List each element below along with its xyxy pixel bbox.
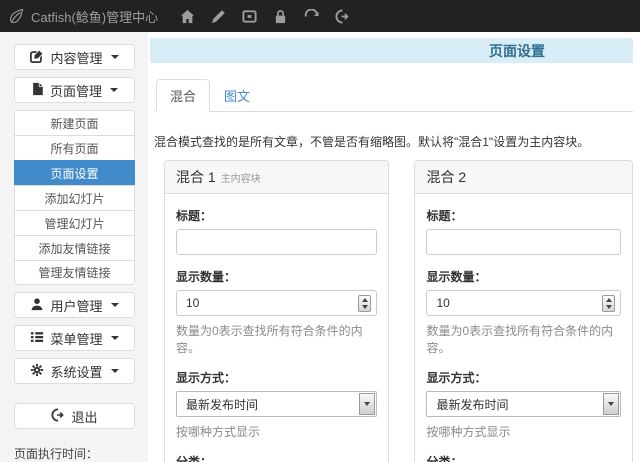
category-label: 分类： xyxy=(426,453,621,462)
chevron-down-icon xyxy=(111,336,119,340)
sidebar-item-add-links[interactable]: 添加友情链接 xyxy=(14,235,135,260)
page-title: 页面设置 xyxy=(150,38,633,63)
panel-mixed-2: 混合 2 标题： 显示数量： 10 xyxy=(414,160,633,462)
logout-button[interactable]: 退出 xyxy=(14,403,135,429)
chevron-down-icon xyxy=(111,369,119,373)
navbar-actions xyxy=(172,0,358,32)
sidebar-group-label: 系统设置 xyxy=(50,362,102,381)
sidebar: 内容管理 页面管理 新建页面 所有页面 页面设置 添加幻灯片 管理幻灯片 添加友… xyxy=(0,32,148,462)
select-arrow-icon[interactable] xyxy=(359,393,375,415)
sidebar-item-manage-links[interactable]: 管理友情链接 xyxy=(14,260,135,285)
edit-icon xyxy=(30,49,44,66)
sidebar-group-label: 用户管理 xyxy=(50,296,102,315)
order-label: 显示方式： xyxy=(176,369,377,386)
mode-description: 混合模式查找的是所有文章，不管是否有缩略图。默认将"混合1"设置为主内容块。 xyxy=(154,133,633,150)
pencil-icon[interactable] xyxy=(203,0,234,32)
spinner-down-icon[interactable] xyxy=(362,305,368,309)
panels-row: 混合 1 主内容块 标题： 显示数量： 10 xyxy=(164,160,633,462)
sidebar-item-manage-slides[interactable]: 管理幻灯片 xyxy=(14,210,135,235)
order-select-value: 最新发布时间 xyxy=(186,396,258,413)
count-help: 数量为0表示查找所有符合条件的内容。 xyxy=(426,322,621,356)
sidebar-item-new-page[interactable]: 新建页面 xyxy=(14,110,135,135)
sidebar-item-add-slide[interactable]: 添加幻灯片 xyxy=(14,185,135,210)
file-icon xyxy=(31,82,44,99)
order-help: 按哪种方式显示 xyxy=(426,423,621,440)
select-arrow-icon[interactable] xyxy=(603,393,619,415)
spinner-down-icon[interactable] xyxy=(606,305,612,309)
number-spinner[interactable] xyxy=(602,295,615,312)
sidebar-group-label: 菜单管理 xyxy=(50,329,102,348)
home-icon[interactable] xyxy=(172,0,203,32)
number-spinner[interactable] xyxy=(358,295,371,312)
title-input[interactable] xyxy=(176,229,377,255)
spinner-up-icon[interactable] xyxy=(606,298,612,302)
list-icon xyxy=(30,330,44,347)
sign-out-icon xyxy=(51,408,65,425)
chevron-down-icon xyxy=(111,303,119,307)
top-navbar: Catfish(鲶鱼)管理中心 xyxy=(0,0,640,32)
order-help: 按哪种方式显示 xyxy=(176,423,377,440)
panel-header: 混合 2 xyxy=(415,161,632,194)
sidebar-group-page[interactable]: 页面管理 xyxy=(14,77,135,103)
count-value: 10 xyxy=(436,296,449,310)
count-value: 10 xyxy=(186,296,199,310)
refresh-icon[interactable] xyxy=(296,0,327,32)
sidebar-group-menu[interactable]: 菜单管理 xyxy=(14,325,135,351)
exec-time: 页面执行时间：0.0217s xyxy=(14,445,135,462)
sidebar-group-label: 页面管理 xyxy=(50,81,102,100)
order-select-value: 最新发布时间 xyxy=(436,396,508,413)
count-label: 显示数量： xyxy=(426,268,621,285)
browser-icon[interactable] xyxy=(234,0,265,32)
panel-subtitle: 主内容块 xyxy=(221,170,261,185)
sidebar-item-all-pages[interactable]: 所有页面 xyxy=(14,135,135,160)
main-content: 页面设置 混合 图文 混合模式查找的是所有文章，不管是否有缩略图。默认将"混合1… xyxy=(148,32,640,462)
sidebar-group-label: 内容管理 xyxy=(50,48,102,67)
chevron-down-icon xyxy=(110,88,118,92)
panel-mixed-1: 混合 1 主内容块 标题： 显示数量： 10 xyxy=(164,160,389,462)
sidebar-group-user[interactable]: 用户管理 xyxy=(14,292,135,318)
order-label: 显示方式： xyxy=(426,369,621,386)
lock-icon[interactable] xyxy=(265,0,296,32)
user-icon xyxy=(30,297,44,314)
gear-icon xyxy=(30,363,44,380)
brand-title: Catfish(鲶鱼)管理中心 xyxy=(31,7,158,26)
sidebar-group-content[interactable]: 内容管理 xyxy=(14,44,135,70)
count-label: 显示数量： xyxy=(176,268,377,285)
tab-imagetext[interactable]: 图文 xyxy=(210,79,264,112)
sidebar-page-submenu: 新建页面 所有页面 页面设置 添加幻灯片 管理幻灯片 添加友情链接 管理友情链接 xyxy=(14,110,135,285)
logout-label: 退出 xyxy=(71,407,97,426)
sign-out-icon[interactable] xyxy=(327,0,358,32)
tab-mixed[interactable]: 混合 xyxy=(156,79,210,112)
order-select[interactable]: 最新发布时间 xyxy=(176,391,377,417)
panel-header: 混合 1 主内容块 xyxy=(165,161,388,194)
panel-title: 混合 2 xyxy=(426,167,466,187)
sidebar-group-system[interactable]: 系统设置 xyxy=(14,358,135,384)
title-label: 标题： xyxy=(426,207,621,224)
sidebar-item-page-settings[interactable]: 页面设置 xyxy=(14,160,135,185)
count-help: 数量为0表示查找所有符合条件的内容。 xyxy=(176,322,377,356)
category-label: 分类： xyxy=(176,453,377,462)
title-input[interactable] xyxy=(426,229,621,255)
tab-bar: 混合 图文 xyxy=(154,79,633,112)
leaf-icon xyxy=(8,8,24,24)
count-input[interactable]: 10 xyxy=(176,290,377,316)
spinner-up-icon[interactable] xyxy=(362,298,368,302)
count-input[interactable]: 10 xyxy=(426,290,621,316)
title-label: 标题： xyxy=(176,207,377,224)
brand[interactable]: Catfish(鲶鱼)管理中心 xyxy=(8,7,158,26)
chevron-down-icon xyxy=(111,55,119,59)
panel-title: 混合 1 xyxy=(176,167,216,187)
order-select[interactable]: 最新发布时间 xyxy=(426,391,621,417)
